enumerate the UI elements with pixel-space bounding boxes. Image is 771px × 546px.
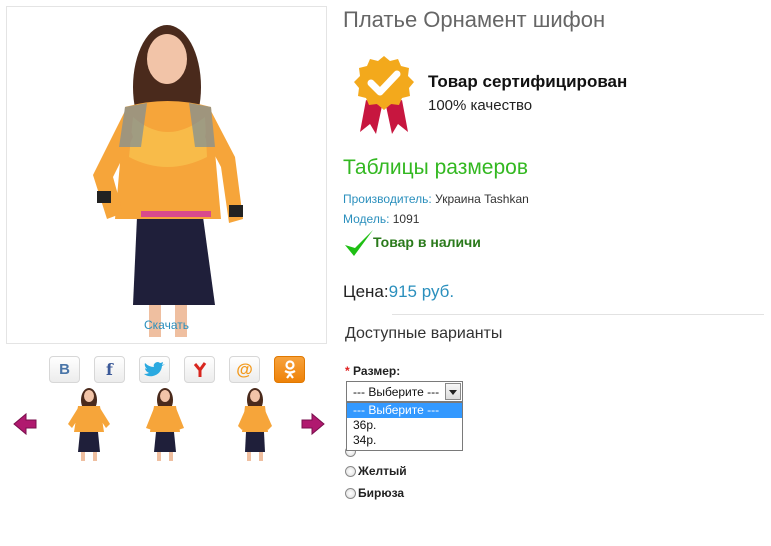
radio-button[interactable] (345, 465, 356, 477)
share-buttons: В f @ (49, 356, 305, 383)
size-label: * Размер: (345, 364, 400, 378)
size-select-value: --- Выберите --- (353, 385, 440, 399)
model-value: 1091 (392, 212, 420, 226)
chevron-down-icon[interactable] (445, 383, 461, 400)
yaru-icon (193, 361, 206, 377)
size-dropdown-list: --- Выберите --- 36р. 34р. (346, 402, 463, 451)
size-label-text: Размер: (353, 364, 401, 378)
color-option-turquoise[interactable]: Бирюза (345, 486, 404, 500)
size-option[interactable]: 34р. (347, 433, 462, 448)
certificate-title: Товар сертифицирован (428, 72, 628, 91)
arrow-left-icon[interactable] (12, 412, 38, 436)
model-row: Модель: 1091 (343, 212, 419, 226)
variants-title: Доступные варианты (345, 325, 503, 342)
manufacturer-row: Производитель: Украина Tashkan (343, 192, 529, 206)
product-title: Платье Орнамент шифон (343, 7, 606, 32)
price-value: 915 руб. (388, 282, 455, 301)
odnoklassniki-share-button[interactable] (274, 356, 305, 383)
manufacturer-label[interactable]: Производитель: (343, 192, 432, 206)
mailru-share-button[interactable]: @ (229, 356, 260, 383)
vk-icon: В (59, 361, 70, 378)
size-table-link[interactable]: Таблицы размеров (343, 156, 528, 180)
size-option[interactable]: --- Выберите --- (347, 403, 462, 418)
yaru-share-button[interactable] (184, 356, 215, 383)
stock-status: Товар в наличи (373, 234, 481, 250)
thumbnail-1[interactable] (58, 384, 120, 462)
certificate-badge-icon (354, 56, 414, 134)
twitter-bird-icon (143, 361, 165, 376)
vk-share-button[interactable]: В (49, 356, 80, 383)
main-product-image[interactable] (6, 6, 327, 344)
mail-at-icon: @ (236, 359, 253, 379)
size-option[interactable]: 36р. (347, 418, 462, 433)
thumbnail-2[interactable] (134, 384, 196, 462)
twitter-share-button[interactable] (139, 356, 170, 383)
in-stock-check-icon (345, 230, 373, 256)
manufacturer-value: Украина Tashkan (435, 192, 529, 206)
size-select[interactable]: --- Выберите --- (346, 381, 463, 402)
required-mark: * (345, 364, 350, 378)
thumbnail-3[interactable] (224, 384, 286, 462)
facebook-share-button[interactable]: f (94, 356, 125, 383)
odnoklassniki-icon (283, 359, 296, 379)
certificate-subtitle: 100% качество (428, 97, 533, 114)
color-label: Бирюза (358, 486, 405, 500)
divider (392, 314, 764, 315)
price-label: Цена: (343, 282, 389, 301)
color-label: Желтый (358, 464, 407, 478)
facebook-icon: f (106, 360, 113, 379)
price-row: Цена:915 руб. (343, 282, 454, 302)
color-option-yellow[interactable]: Желтый (345, 464, 407, 478)
radio-button[interactable] (345, 487, 356, 499)
model-label: Модель: (343, 212, 390, 226)
arrow-right-icon[interactable] (300, 412, 326, 436)
thumbnail-carousel (12, 384, 328, 464)
download-image-link[interactable]: Скачать (6, 318, 327, 332)
